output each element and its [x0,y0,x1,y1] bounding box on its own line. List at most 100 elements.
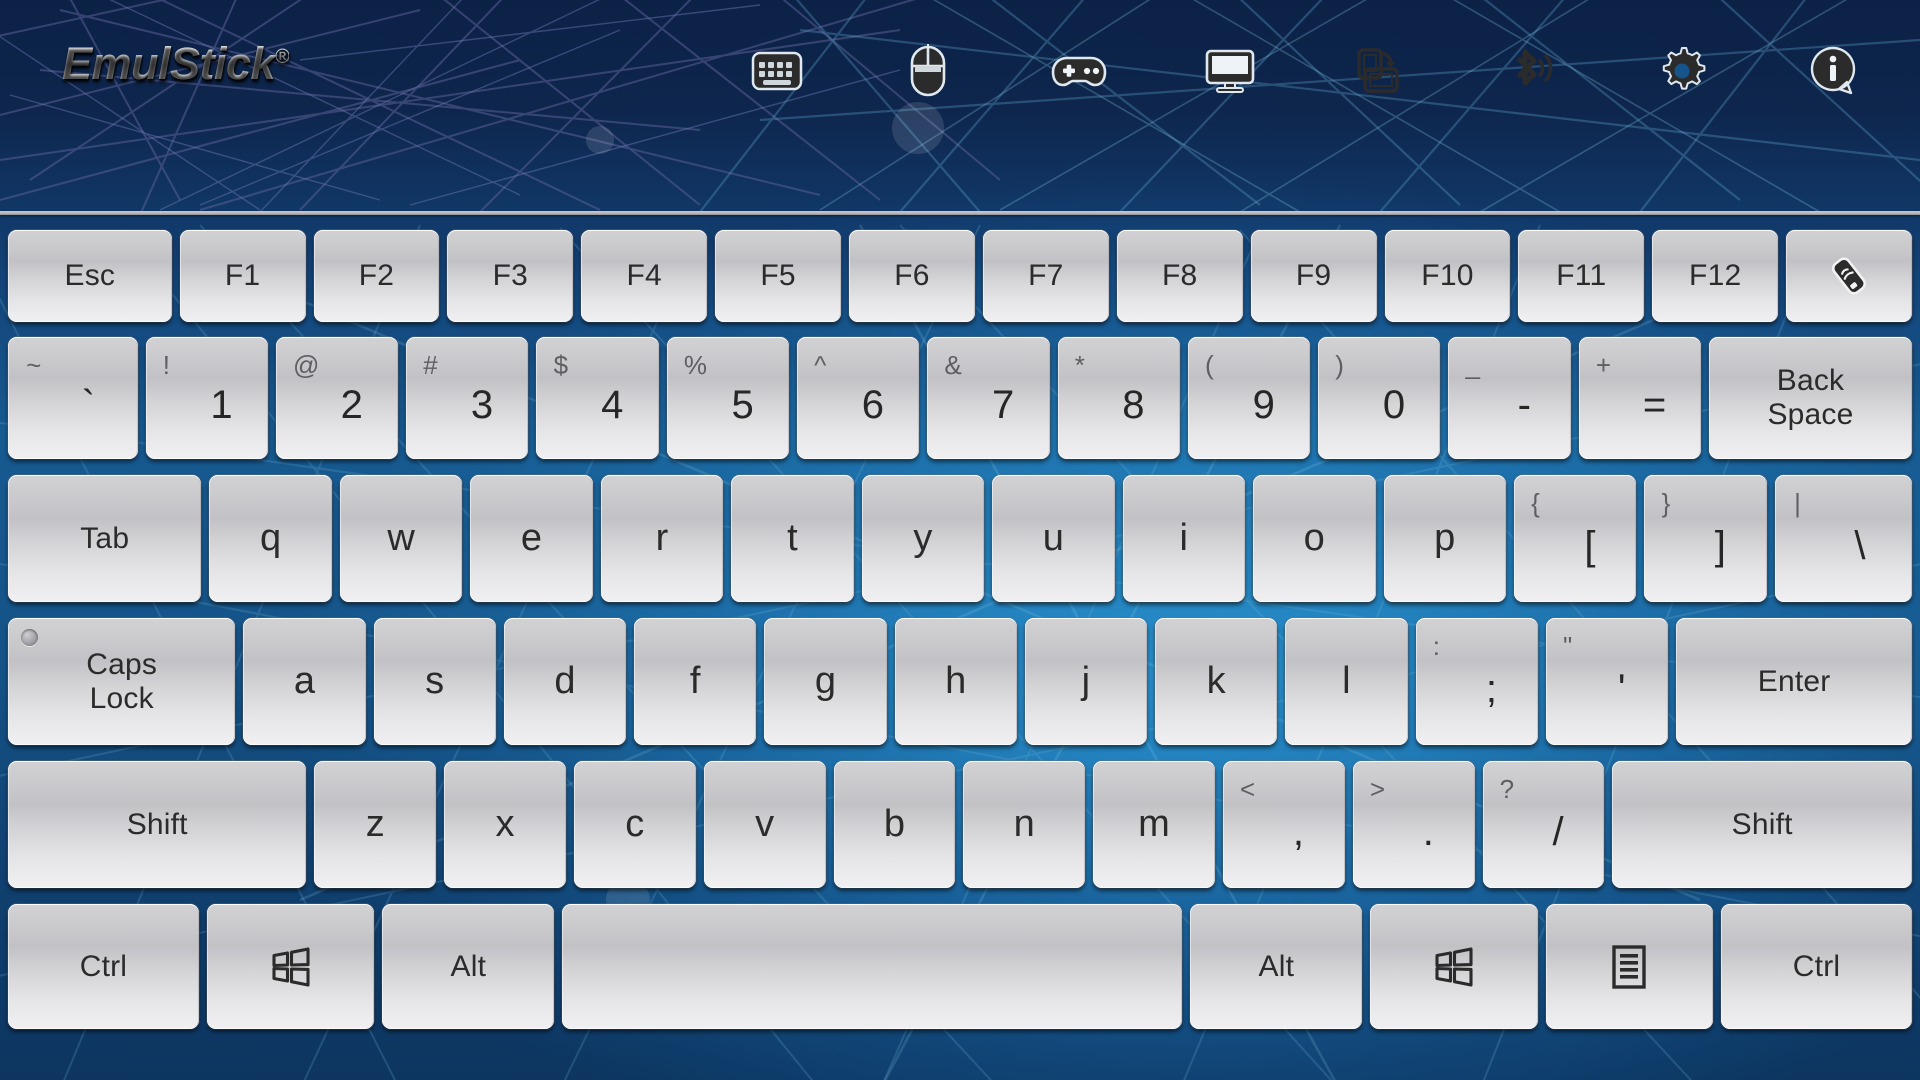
key-win-left[interactable] [206,904,375,1029]
key-m-label: m [1138,803,1171,846]
key-w-label: w [387,517,415,560]
key-f10[interactable]: F10 [1384,230,1511,322]
key-f2[interactable]: F2 [313,230,440,322]
toolbar-gamepad-button[interactable] [1042,38,1116,104]
key-tab[interactable]: Tab [8,475,202,602]
key-9[interactable]: (9 [1187,337,1311,459]
key-f11[interactable]: F11 [1518,230,1645,322]
key-win-right[interactable] [1370,904,1538,1029]
key-l-label: l [1342,660,1351,703]
key-dongle[interactable] [1786,230,1913,322]
key-shift-left-label: Shift [126,807,188,841]
key-f1[interactable]: F1 [179,230,306,322]
key-n-label: n [1013,803,1035,846]
key-alt-left[interactable]: Alt [382,904,555,1029]
key-menu[interactable] [1545,904,1714,1029]
key-backspace[interactable]: Back Space [1709,337,1912,459]
key-semicolon[interactable]: :; [1415,618,1538,745]
key-b[interactable]: b [833,761,956,888]
key-comma-shifted-legend: < [1240,774,1256,805]
toolbar-mouse-button[interactable] [891,38,965,104]
key-6[interactable]: ^ 6 [797,337,920,459]
key-bracketright-shifted-legend: } [1661,488,1671,519]
key-2[interactable]: @2 [275,337,399,459]
toolbar-rotate-screen-button[interactable] [1343,38,1417,104]
key-enter[interactable]: Enter [1676,618,1913,745]
key-bracketleft[interactable]: {[ [1514,475,1637,602]
key-slash[interactable]: ? / [1482,761,1605,888]
key-l[interactable]: l [1285,618,1408,745]
key-f6[interactable]: F6 [849,230,975,322]
key-c-label: c [625,803,645,846]
key-k[interactable]: k [1155,618,1278,745]
key-h[interactable]: h [894,618,1017,745]
key-q[interactable]: q [209,475,332,602]
key-4[interactable]: $4 [536,337,659,459]
key-alt-right[interactable]: Alt [1190,904,1363,1029]
key-equal[interactable]: + = [1578,337,1701,459]
key-6-legend: 6 [861,383,884,428]
key-quote[interactable]: " ' [1545,618,1669,745]
key-c[interactable]: c [574,761,696,888]
key-1[interactable]: ! 1 [145,337,268,459]
key-t[interactable]: t [731,475,854,602]
key-0[interactable]: ) 0 [1318,337,1441,459]
key-n[interactable]: n [963,761,1086,888]
key-f3[interactable]: F3 [447,230,574,322]
key-w[interactable]: w [339,475,463,602]
key-f8[interactable]: F8 [1116,230,1243,322]
toolbar-settings-button[interactable] [1645,38,1719,104]
key-ctrl-left-label: Ctrl [79,949,128,983]
key-i[interactable]: i [1122,475,1246,602]
key-backslash[interactable]: | \ [1774,475,1913,602]
toolbar-keyboard-button[interactable] [740,38,814,104]
key-bracketright[interactable]: }] [1644,475,1767,602]
key-7[interactable]: & 7 [927,337,1050,459]
key-f12[interactable]: F12 [1652,230,1779,322]
key-8[interactable]: * 8 [1057,337,1180,459]
key-z[interactable]: z [314,761,437,888]
keyboard-row-qwerty-row: Tab q w e r t y u i o p{[}] | \ [0,467,1920,610]
key-f4[interactable]: F4 [581,230,708,322]
toolbar-display-button[interactable] [1193,38,1267,104]
key-shift-left[interactable]: Shift [8,761,307,888]
key-f[interactable]: f [634,618,757,745]
key-3[interactable]: #3 [406,337,529,459]
toolbar-info-button[interactable] [1796,38,1870,104]
app-header: EmulStick® [0,0,1920,215]
key-backslash-shifted-legend: | [1794,488,1801,519]
key-e[interactable]: e [470,475,593,602]
key-x[interactable]: x [444,761,566,888]
key-v[interactable]: v [703,761,826,888]
key-g[interactable]: g [764,618,887,745]
key-f7[interactable]: F7 [982,230,1109,322]
key-f5[interactable]: F5 [715,230,842,322]
key-u[interactable]: u [992,475,1115,602]
key-space[interactable] [562,904,1183,1029]
toolbar-bluetooth-button[interactable] [1494,38,1568,104]
key-y[interactable]: y [861,475,985,602]
key-5[interactable]: % 5 [666,337,790,459]
key-shift-right[interactable]: Shift [1612,761,1912,888]
rotate-screen-icon [1355,47,1405,95]
key-r-label: r [655,517,669,560]
key-minus[interactable]: _ - [1448,337,1571,459]
key-m[interactable]: m [1093,761,1215,888]
key-r[interactable]: r [600,475,724,602]
key-comma[interactable]: <, [1222,761,1345,888]
key-capslock[interactable]: Caps Lock [8,618,236,745]
key-d[interactable]: d [503,618,627,745]
key-shift-right-label: Shift [1731,807,1793,841]
key-a[interactable]: a [243,618,366,745]
key-j[interactable]: j [1024,618,1148,745]
key-f9[interactable]: F9 [1250,230,1377,322]
key-period[interactable]: >. [1352,761,1475,888]
key-p[interactable]: p [1383,475,1506,602]
key-o[interactable]: o [1253,475,1376,602]
key-s[interactable]: s [373,618,496,745]
key-3-legend: 3 [470,383,494,428]
key-ctrl-right[interactable]: Ctrl [1721,904,1912,1029]
key-backquote[interactable]: ~ ` [8,337,138,459]
key-escape[interactable]: Esc [8,230,172,322]
key-ctrl-left[interactable]: Ctrl [8,904,199,1029]
